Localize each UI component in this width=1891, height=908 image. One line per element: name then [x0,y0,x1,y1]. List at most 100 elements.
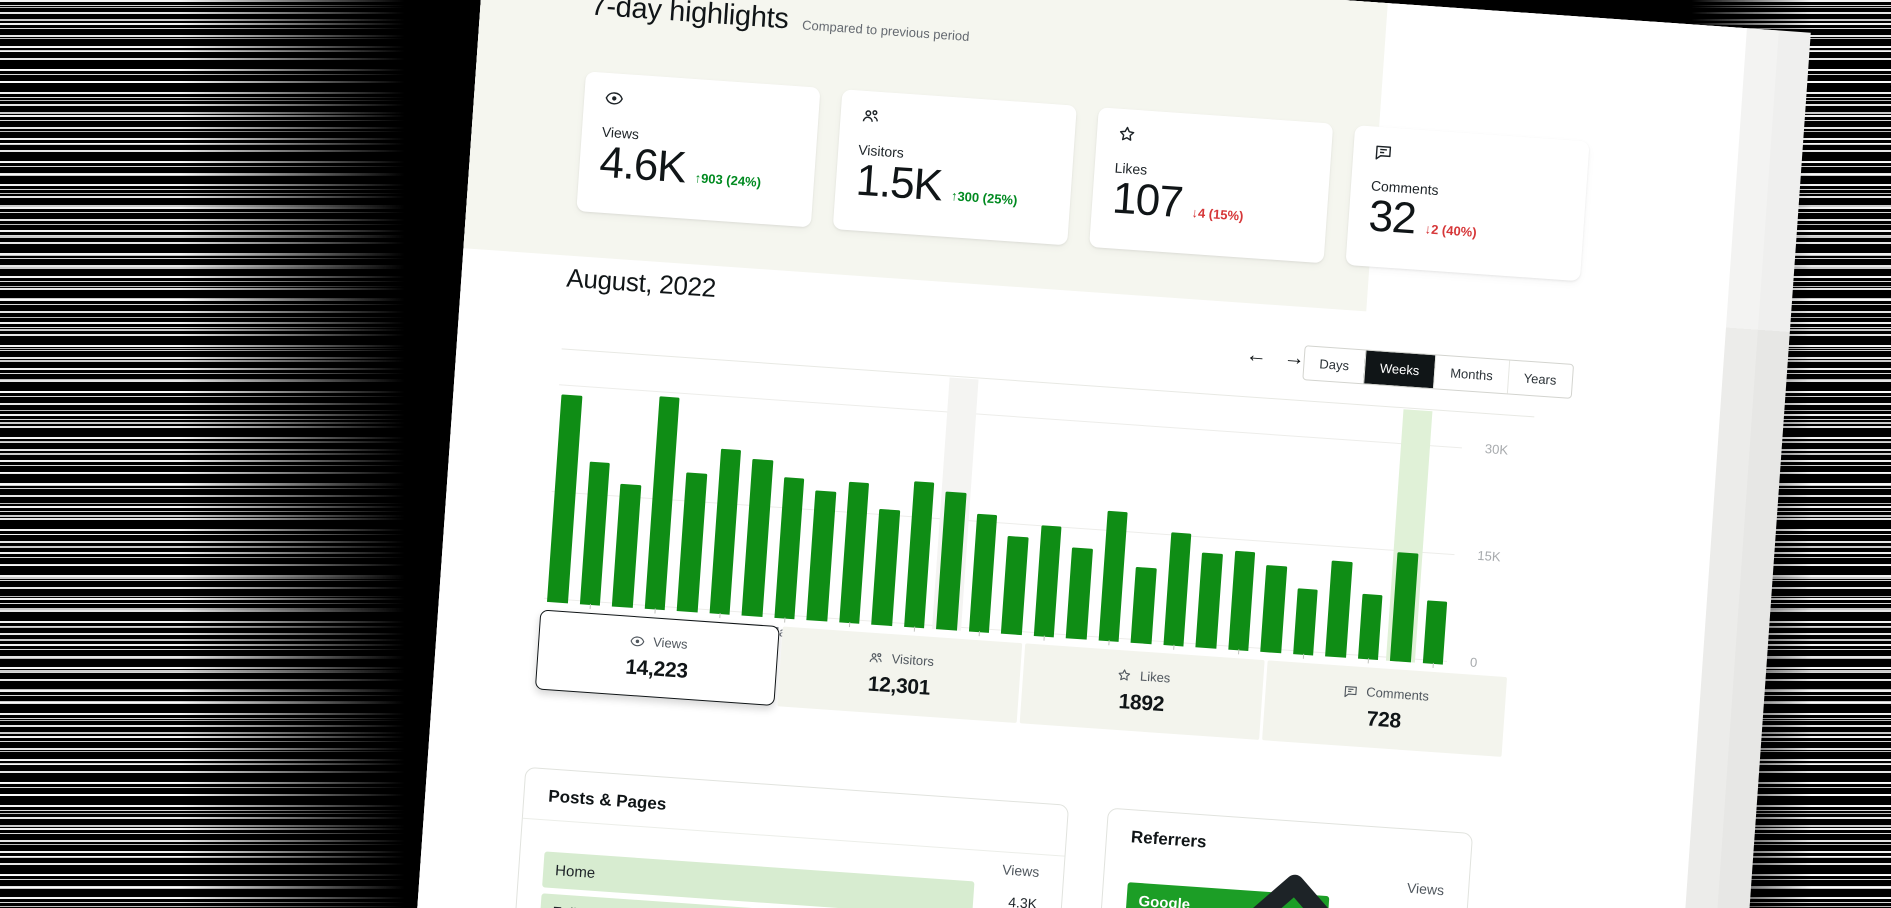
highlights-subtitle: Compared to previous period [802,17,970,44]
chart-bar[interactable] [968,514,997,633]
chart-bar[interactable] [1357,594,1382,660]
chart-bar[interactable] [871,509,900,626]
summary-tab-label: Likes [1140,669,1171,686]
chart-bar[interactable] [1163,532,1191,646]
posts-pages-title: Posts & Pages [548,787,1043,841]
eye-icon [604,88,625,109]
chart-bar[interactable] [1195,553,1222,649]
x-tick [719,613,720,618]
highlight-card-value: 32 [1367,194,1417,242]
summary-tab-visitors[interactable]: Visitors 12,301 [777,626,1022,723]
list-row-label: Home [543,861,596,882]
x-tick [1173,645,1174,650]
chart-bar[interactable] [579,462,609,606]
summary-tab-label: Visitors [891,651,934,669]
summary-tab-label-row: Comments [1342,682,1430,704]
range-tabs: DaysWeeksMonthsYears [1302,345,1573,399]
summary-tab-label-row: Views [629,632,688,652]
chart-bar[interactable] [904,481,935,628]
highlight-card-likes: Likes107↓4 (15%) [1089,107,1333,263]
gridline-30k [559,384,1462,448]
chart-bar[interactable] [839,482,869,624]
chart-bar[interactable] [1422,600,1447,664]
summary-tab-value: 1892 [1118,690,1165,717]
chart-bar[interactable] [1131,567,1157,644]
summary-tab-label-row: Visitors [867,649,934,670]
highlight-card-views: Views4.6K↑903 (24%) [576,71,820,227]
posts-pages-card: Posts & Pages Views Home4.3KFujifilm x10… [503,767,1069,908]
range-tab-weeks[interactable]: Weeks [1363,350,1436,388]
people-icon [860,106,881,127]
x-tick [1303,654,1304,659]
highlight-card-value: 107 [1111,176,1184,226]
x-tick [1367,658,1368,663]
x-tick [1432,663,1433,668]
summary-tab-label: Comments [1366,684,1430,703]
chart-bar[interactable] [774,477,804,619]
highlight-card-value: 1.5K [855,159,944,210]
torn-edge-left [0,0,430,908]
summary-tab-value: 14,223 [625,655,689,683]
eye-icon [629,632,646,649]
chart-bar[interactable] [1293,588,1318,655]
highlight-card-comments: Comments32↓2 (40%) [1345,125,1589,281]
star-icon [1116,124,1137,145]
chart-bar[interactable] [1228,551,1255,651]
chart-bar[interactable] [547,394,582,603]
highlight-card-trend: ↑903 (24%) [694,170,762,197]
highlight-card-trend: ↑300 (25%) [950,188,1018,215]
chart-bar[interactable] [644,396,679,610]
chart-bar[interactable] [709,449,741,615]
range-tab-months[interactable]: Months [1433,355,1509,393]
x-tick [1108,640,1109,645]
chart-bar[interactable] [1033,525,1061,637]
summary-tab-value: 728 [1366,707,1402,733]
list-row-views-value: 4.3K [981,892,1038,908]
star-icon [1116,666,1133,683]
x-tick [784,618,785,623]
chevron-up-icon [1193,812,1393,908]
x-tick [1043,636,1044,641]
chart-bar[interactable] [612,484,641,608]
summary-tab-label-row: Likes [1116,666,1171,686]
highlight-card-visitors: Visitors1.5K↑300 (25%) [833,89,1077,245]
range-tab-days[interactable]: Days [1303,346,1365,383]
x-tick [914,627,915,632]
summary-tab-likes[interactable]: Likes 1892 [1020,643,1265,740]
highlight-card-value: 4.6K [598,141,687,192]
stage: 7-day highlights Compared to previous pe… [0,0,1891,908]
comment-icon [1342,682,1359,699]
summary-tab-comments[interactable]: Comments 728 [1262,660,1507,757]
stats-page: 7-day highlights Compared to previous pe… [401,0,1747,908]
summary-tab-label: Views [653,634,688,651]
people-icon [867,649,884,666]
highlight-cards: Views4.6K↑903 (24%)Visitors1.5K↑300 (25%… [576,71,1589,281]
highlights-title: 7-day highlights [590,0,790,36]
ytick-30k: 30K [1484,441,1508,458]
highlights-header: 7-day highlights Compared to previous pe… [590,0,971,49]
highlight-card-trend: ↓4 (15%) [1191,205,1244,231]
period-nav: ← → [1245,344,1305,369]
ytick-0: 0 [1470,654,1478,669]
x-tick [978,631,979,636]
chart-bar[interactable] [1001,536,1028,635]
highlight-card-trend: ↓2 (40%) [1424,221,1477,247]
x-tick [1238,649,1239,654]
prev-period-button[interactable]: ← [1245,344,1267,366]
referrers-card: Referrers Views Google6.2K [1086,808,1473,908]
range-tab-years[interactable]: Years [1507,360,1573,397]
list-row-label: Google [1120,807,1392,908]
summary-tab-views[interactable]: Views 14,223 [535,609,780,706]
x-tick [654,608,655,613]
next-period-button[interactable]: → [1283,347,1305,369]
chart-bar[interactable] [677,472,707,612]
chart-bar[interactable] [742,459,773,617]
chart-bar[interactable] [1066,547,1093,639]
period-title: August, 2022 [566,263,717,304]
chart-bar[interactable] [1325,561,1352,658]
x-tick [589,604,590,609]
chart-bar[interactable] [1260,565,1287,653]
x-tick [849,622,850,627]
summary-tab-value: 12,301 [867,672,931,700]
comment-icon [1373,142,1394,163]
